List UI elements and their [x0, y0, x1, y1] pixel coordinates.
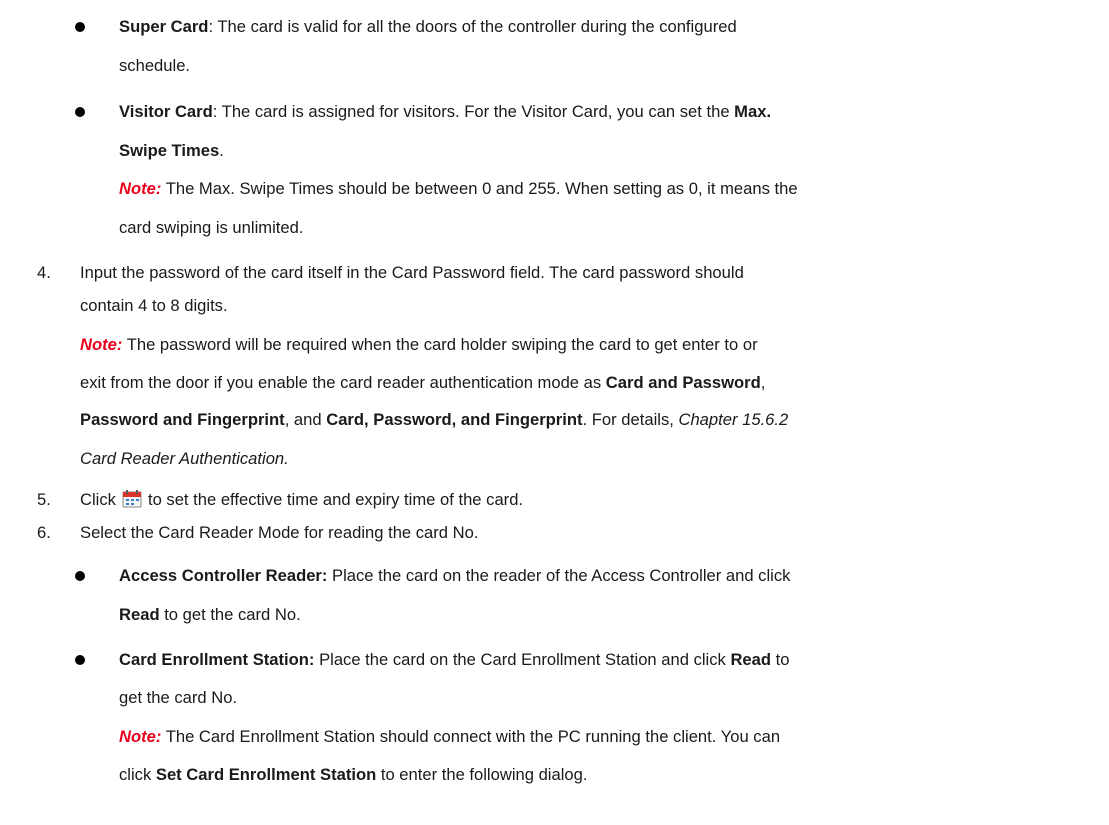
step-4-line2: contain 4 to 8 digits.: [80, 296, 228, 316]
step-4-note2a: exit from the door if you enable the car…: [80, 373, 606, 392]
ces-line2: get the card No.: [119, 688, 237, 708]
visitor-card-note-line2: card swiping is unlimited.: [119, 218, 303, 238]
visitor-card-text2: .: [219, 141, 224, 160]
acr-text1: Place the card on the reader of the Acce…: [327, 566, 791, 585]
ces-note2a: click: [119, 765, 156, 784]
step-4-note2c: ,: [760, 373, 766, 392]
document-page: Super Card: The card is valid for all th…: [0, 0, 1109, 825]
acr-line1: Access Controller Reader: Place the card…: [119, 566, 790, 586]
super-card-line1: Super Card: The card is valid for all th…: [119, 17, 737, 37]
step-6-line: Select the Card Reader Mode for reading …: [80, 523, 478, 543]
step-4-note3c: Card, Password, and Fingerprint: [326, 410, 583, 429]
ces-note-line1: Note: The Card Enrollment Station should…: [119, 727, 780, 747]
visitor-card-line2: Swipe Times.: [119, 141, 224, 161]
step-4-text1: Input the password of the card itself in…: [80, 263, 744, 282]
visitor-card-bold2: Swipe Times: [119, 141, 220, 160]
ces-text2: get the card No.: [119, 688, 238, 707]
step-5-line: Click to set the effective time and expi…: [80, 490, 523, 510]
bullet-card-enrollment-station: [75, 655, 85, 665]
note-label: Note:: [119, 727, 162, 746]
ces-line1: Card Enrollment Station: Place the card …: [119, 650, 789, 670]
step-5-number: 5.: [37, 490, 51, 509]
visitor-card-line1: Visitor Card: The card is assigned for v…: [119, 102, 771, 122]
step-6-text: Select the Card Reader Mode for reading …: [80, 523, 479, 542]
step-4-note-line2: exit from the door if you enable the car…: [80, 373, 765, 393]
ces-note2b: Set Card Enrollment Station: [155, 765, 377, 784]
ces-text1b: to: [771, 650, 790, 669]
step-4-note3d: . For details,: [582, 410, 679, 429]
step-4-text2: contain 4 to 8 digits.: [80, 296, 228, 315]
acr-read: Read: [119, 605, 160, 624]
super-card-line2: schedule.: [119, 56, 190, 76]
calendar-icon[interactable]: [122, 490, 142, 508]
visitor-card-term: Visitor Card: [119, 102, 213, 121]
super-card-text1: : The card is valid for all the doors of…: [208, 17, 737, 36]
ces-term: Card Enrollment Station:: [119, 650, 315, 669]
step-4-note-line1: Note: The password will be required when…: [80, 335, 758, 355]
bullet-access-controller-reader: [75, 571, 85, 581]
super-card-text2: schedule.: [119, 56, 191, 75]
visitor-card-note1: The Max. Swipe Times should be between 0…: [161, 179, 798, 198]
step-5-text: to set the effective time and expiry tim…: [147, 490, 524, 509]
chapter-reference: Chapter 15.6.2: [678, 410, 789, 429]
note-label: Note:: [80, 335, 123, 354]
step-6-number: 6.: [37, 523, 51, 542]
step-4-note3b: , and: [284, 410, 327, 429]
acr-term: Access Controller Reader:: [119, 566, 328, 585]
note-label: Note:: [119, 179, 162, 198]
ces-note2c: to enter the following dialog.: [376, 765, 588, 784]
bullet-super-card: [75, 22, 85, 32]
visitor-card-bold1: Max.: [734, 102, 772, 121]
acr-text2: to get the card No.: [159, 605, 301, 624]
chapter-reference-title: Card Reader Authentication.: [80, 449, 289, 468]
ces-text1: Place the card on the Card Enrollment St…: [314, 650, 731, 669]
visitor-card-note2: card swiping is unlimited.: [119, 218, 304, 237]
step-4-note-line3: Password and Fingerprint, and Card, Pass…: [80, 410, 788, 430]
visitor-card-note-line1: Note: The Max. Swipe Times should be bet…: [119, 179, 798, 199]
step-4-note-line4: Card Reader Authentication.: [80, 449, 289, 469]
ces-note1: The Card Enrollment Station should conne…: [161, 727, 781, 746]
step-4-note2b: Card and Password: [605, 373, 761, 392]
step-5-click-text: Click: [80, 490, 116, 509]
visitor-card-text1: : The card is assigned for visitors. For…: [212, 102, 735, 121]
ces-read: Read: [730, 650, 772, 669]
bullet-visitor-card: [75, 107, 85, 117]
ces-note-line2: click Set Card Enrollment Station to ent…: [119, 765, 587, 785]
step-4-number: 4.: [37, 263, 51, 282]
acr-line2: Read to get the card No.: [119, 605, 301, 625]
super-card-term: Super Card: [119, 17, 209, 36]
step-4-note1: The password will be required when the c…: [122, 335, 758, 354]
step-4-line1: Input the password of the card itself in…: [80, 263, 744, 283]
step-4-note3a: Password and Fingerprint: [80, 410, 285, 429]
